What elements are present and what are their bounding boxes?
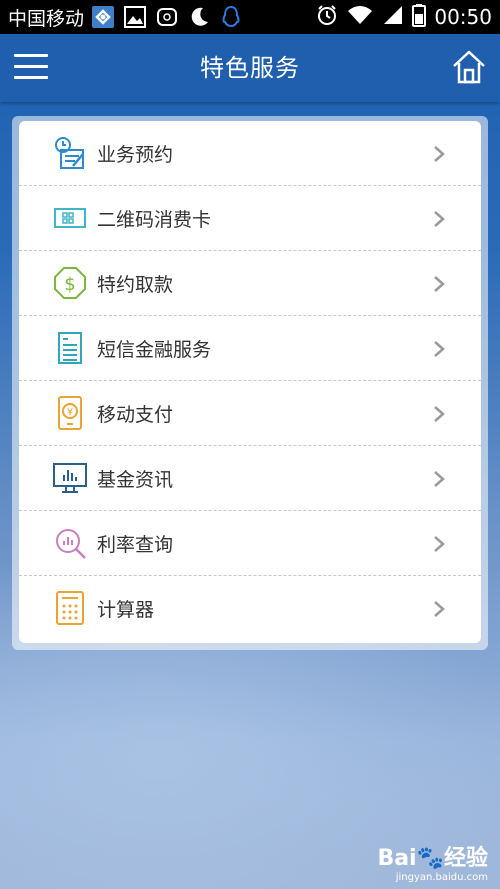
fund-chart-icon [53, 461, 87, 495]
appointment-icon [53, 136, 87, 170]
rate-search-icon [53, 526, 87, 560]
qr-card-icon [53, 201, 87, 235]
sms-document-icon [53, 331, 87, 365]
menu-item-appointment[interactable]: 业务预约 [19, 121, 481, 186]
menu-item-label: 基金资讯 [97, 468, 174, 491]
menu-item-label: 特约取款 [97, 273, 174, 296]
menu-item-rate-query[interactable]: 利率查询 [19, 511, 481, 576]
chevron-right-icon [433, 275, 445, 293]
menu-item-label: 二维码消费卡 [97, 208, 212, 231]
menu-panel: 业务预约 二维码消费卡 $ 特约取款 短信金融服务 ¥ 移动支付 基金资讯 利率… [12, 116, 488, 650]
menu-item-mobile-pay[interactable]: ¥ 移动支付 [19, 381, 481, 446]
menu-item-label: 短信金融服务 [97, 338, 212, 361]
watermark-url: jingyan.baidu.com [395, 872, 488, 883]
home-icon[interactable] [450, 48, 488, 86]
sim-icon [154, 5, 180, 29]
status-bar: 中国移动 00:50 [0, 0, 500, 34]
chevron-right-icon [433, 535, 445, 553]
service-list: 业务预约 二维码消费卡 $ 特约取款 短信金融服务 ¥ 移动支付 基金资讯 利率… [19, 121, 481, 643]
chevron-right-icon [433, 210, 445, 228]
menu-item-qr-card[interactable]: 二维码消费卡 [19, 186, 481, 251]
wifi-icon [346, 4, 374, 30]
svg-text:$: $ [64, 274, 75, 295]
menu-item-label: 业务预约 [97, 143, 174, 166]
clock: 00:50 [434, 5, 492, 29]
menu-item-special-withdrawal[interactable]: $ 特约取款 [19, 251, 481, 316]
page-title: 特色服务 [200, 54, 300, 82]
menu-item-label: 利率查询 [97, 533, 174, 556]
calculator-icon [53, 591, 87, 625]
menu-item-label: 移动支付 [97, 403, 174, 426]
menu-item-fund-info[interactable]: 基金资讯 [19, 446, 481, 511]
dollar-icon: $ [53, 266, 87, 300]
qq-icon [218, 5, 244, 29]
chevron-right-icon [433, 600, 445, 618]
svg-text:¥: ¥ [67, 407, 73, 418]
mobile-pay-icon: ¥ [53, 396, 87, 430]
chevron-right-icon [433, 340, 445, 358]
image-icon [122, 5, 148, 29]
chevron-right-icon [433, 405, 445, 423]
chevron-right-icon [433, 470, 445, 488]
menu-item-label: 计算器 [97, 599, 155, 621]
carrier-name: 中国移动 [8, 7, 85, 30]
status-right-group: 00:50 [316, 3, 492, 31]
watermark-logo: Bai🐾经验 [377, 846, 488, 871]
app-header: 特色服务 [0, 34, 500, 102]
baidu-watermark: Bai🐾经验 jingyan.baidu.com [377, 840, 488, 883]
alarm-icon [316, 4, 338, 30]
app-icon [90, 5, 116, 29]
chevron-right-icon [433, 145, 445, 163]
menu-item-sms-finance[interactable]: 短信金融服务 [19, 316, 481, 381]
moon-icon [186, 5, 212, 29]
menu-item-calculator[interactable]: 计算器 [19, 576, 481, 641]
signal-icon [382, 4, 404, 30]
battery-icon [412, 3, 427, 31]
